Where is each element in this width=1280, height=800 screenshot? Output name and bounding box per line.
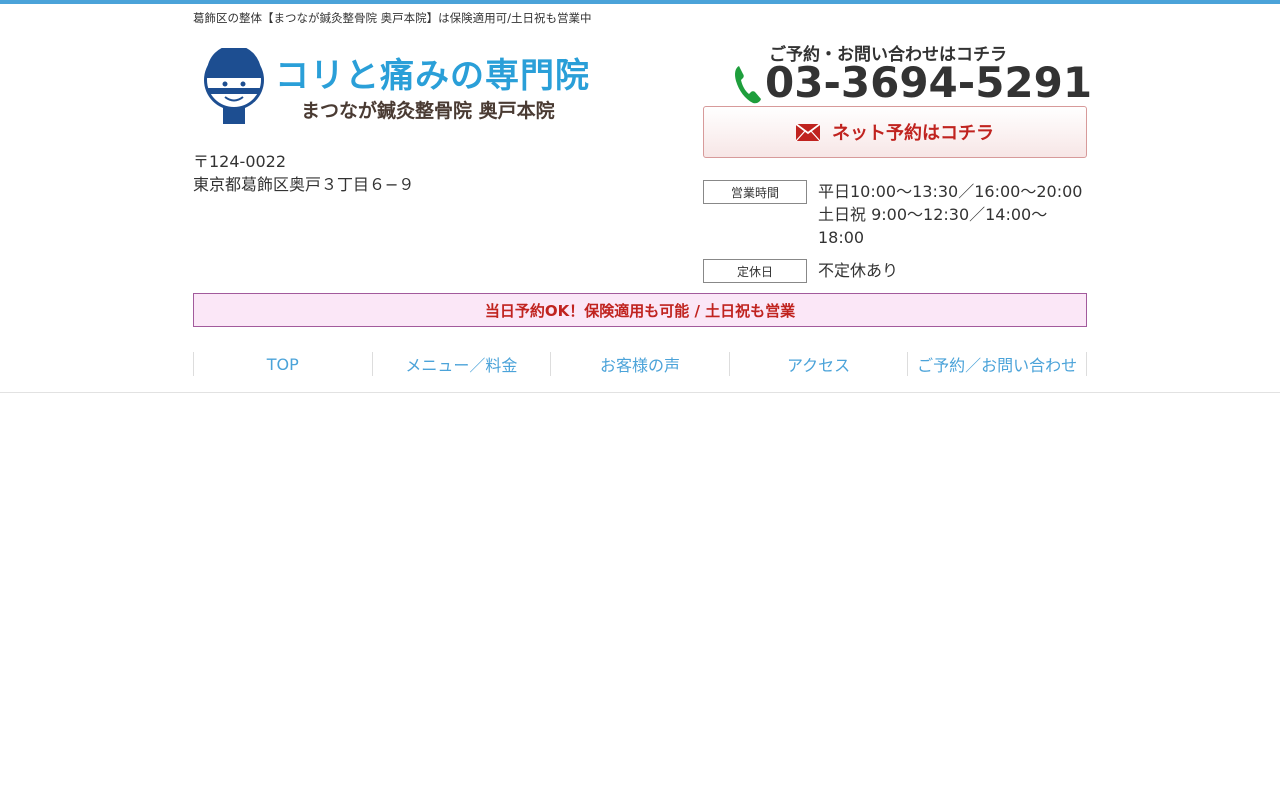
promo-banner: 当日予約OK！保険適用も可能 / 土日祝も営業 [193, 293, 1087, 327]
hours-weekday: 平日10:00〜13:30／16:00〜20:00 [818, 182, 1083, 201]
mascot-face-icon [204, 48, 264, 124]
nav-item-menu[interactable]: メニュー／料金 [371, 352, 551, 376]
holiday-tag: 定休日 [703, 259, 807, 283]
street-address: 東京都葛飾区奥戸３丁目６−９ [193, 175, 415, 194]
net-reservation-button[interactable]: ネット予約はコチラ [703, 106, 1087, 158]
nav-item-voice[interactable]: お客様の声 [550, 352, 729, 376]
hours-text: 平日10:00〜13:30／16:00〜20:00 土日祝 9:00〜12:30… [818, 180, 1088, 249]
logo-subtitle: まつなが鍼灸整骨院 奥戸本院 [301, 100, 555, 122]
logo-title: コリと痛みの専門院 [275, 56, 590, 96]
nav-item-access[interactable]: アクセス [728, 352, 908, 376]
promo-banner-text: 当日予約OK！保険適用も可能 / 土日祝も営業 [484, 301, 796, 320]
global-nav: TOP メニュー／料金 お客様の声 アクセス ご予約／お問い合わせ [193, 352, 1087, 376]
site-logo[interactable]: コリと痛みの専門院 まつなが鍼灸整骨院 奥戸本院 [203, 44, 593, 126]
hours-weekend: 土日祝 9:00〜12:30／14:00〜18:00 [818, 205, 1048, 247]
postal-code: 〒124-0022 [193, 152, 287, 171]
hours-tag: 営業時間 [703, 180, 807, 204]
top-accent-bar [0, 0, 1280, 4]
phone-number[interactable]: 03-3694-5291 [765, 58, 1092, 107]
phone-icon [735, 66, 761, 104]
nav-item-contact[interactable]: ご予約／お問い合わせ [907, 352, 1087, 376]
holiday-text: 不定休あり [818, 261, 899, 280]
mail-icon [796, 123, 820, 141]
net-reservation-label: ネット予約はコチラ [832, 123, 994, 144]
site-tagline: 葛飾区の整体【まつなが鍼灸整骨院 奥戸本院】は保険適用可/土日祝も営業中 [193, 11, 592, 25]
clinic-address: 〒124-0022 東京都葛飾区奥戸３丁目６−９ [193, 150, 414, 196]
header-divider [0, 392, 1280, 393]
nav-item-top[interactable]: TOP [193, 352, 372, 376]
